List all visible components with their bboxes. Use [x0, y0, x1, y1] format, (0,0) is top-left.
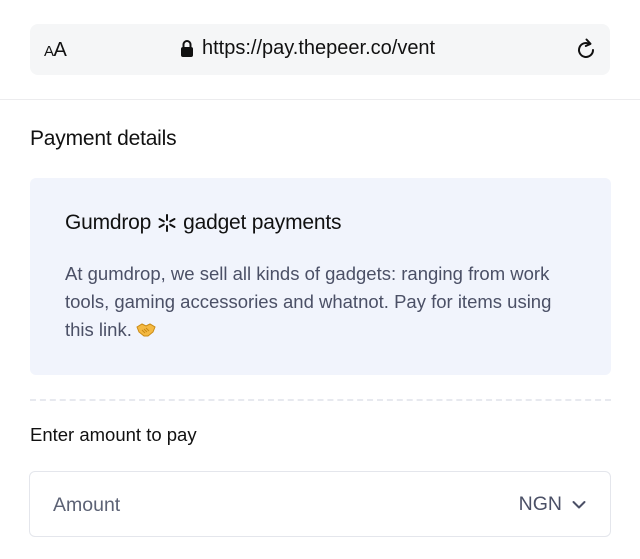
url-text: https://pay.thepeer.co/vent: [202, 37, 436, 59]
text-size-large-glyph: A: [53, 39, 67, 61]
asterisk-icon: [158, 214, 176, 232]
amount-input-field[interactable]: Amount NGN: [29, 471, 611, 537]
page-title: Payment details: [30, 127, 177, 150]
amount-placeholder[interactable]: Amount: [53, 494, 120, 517]
text-size-button[interactable]: AA: [44, 39, 67, 62]
handshake-icon: [136, 323, 156, 337]
currency-value: NGN: [518, 493, 562, 515]
browser-address-bar[interactable]: AA https://pay.thepeer.co/vent: [30, 24, 610, 75]
currency-select[interactable]: NGN: [519, 493, 586, 516]
url-display[interactable]: https://pay.thepeer.co/vent: [180, 37, 435, 60]
title-suffix: gadget payments: [183, 211, 342, 234]
card-title: Gumdrop gadget payments: [65, 211, 341, 235]
header-divider: [0, 99, 640, 100]
lock-icon: [181, 39, 193, 57]
amount-label: Enter amount to pay: [30, 424, 197, 445]
chevron-down-icon: [572, 500, 586, 508]
merchant-description: At gumdrop, we sell all kinds of gadgets…: [65, 260, 585, 344]
reload-icon[interactable]: [574, 37, 598, 61]
merchant-name: Gumdrop: [65, 211, 152, 234]
merchant-info-card: Gumdrop gadget payments At gumdrop, we s…: [30, 178, 611, 375]
text-size-small-glyph: A: [44, 43, 54, 60]
dashed-divider: [30, 399, 611, 401]
